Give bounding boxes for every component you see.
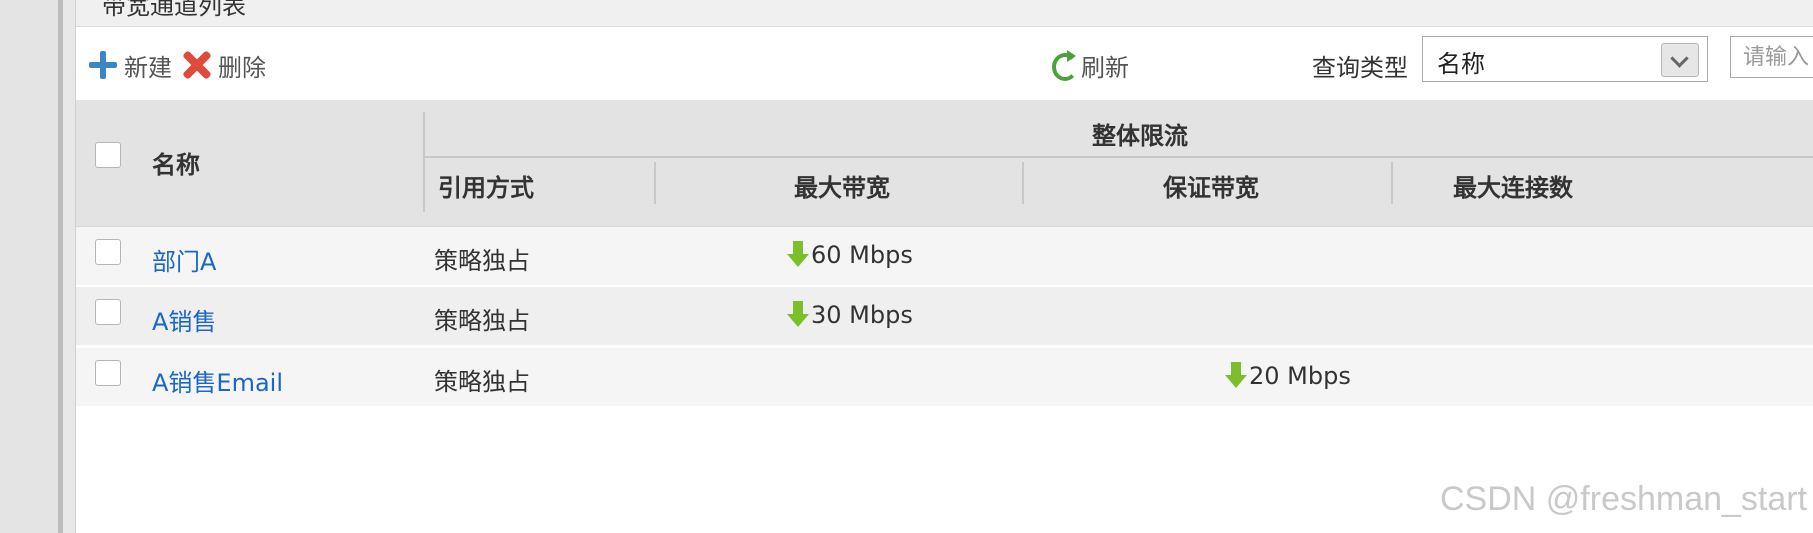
table-row: A销售 策略独占 30 Mbps bbox=[76, 287, 1813, 347]
header-group-divider bbox=[425, 156, 1813, 158]
row-checkbox[interactable] bbox=[95, 299, 121, 325]
row-name-link[interactable]: 部门A bbox=[152, 242, 216, 277]
table-header: 名称 整体限流 引用方式 最大带宽 保证带宽 最大连接数 bbox=[76, 100, 1813, 227]
row-checkbox[interactable] bbox=[95, 239, 121, 265]
column-header-max-bandwidth: 最大带宽 bbox=[794, 174, 890, 202]
down-arrow-icon bbox=[787, 301, 809, 329]
guaranteed-bandwidth-value: 20 Mbps bbox=[1249, 362, 1351, 390]
row-name-link[interactable]: A销售 bbox=[152, 302, 216, 337]
max-bandwidth-value: 30 Mbps bbox=[811, 301, 913, 329]
column-group-rate-limit: 整体限流 bbox=[1092, 122, 1188, 150]
row-checkbox[interactable] bbox=[95, 360, 121, 386]
down-arrow-icon bbox=[787, 241, 809, 269]
new-label: 新建 bbox=[124, 53, 172, 82]
row-guaranteed-bandwidth: 20 Mbps bbox=[1225, 362, 1351, 390]
header-divider bbox=[423, 112, 425, 212]
header-divider bbox=[1022, 162, 1024, 204]
panel-header: 带宽通道列表 bbox=[76, 0, 1813, 27]
column-header-ref-mode: 引用方式 bbox=[438, 174, 534, 202]
row-ref-mode: 策略独占 bbox=[434, 307, 530, 335]
row-name-link[interactable]: A销售Email bbox=[152, 363, 283, 398]
delete-label: 删除 bbox=[218, 53, 266, 82]
column-header-guaranteed-bandwidth: 保证带宽 bbox=[1163, 174, 1259, 202]
down-arrow-icon bbox=[1225, 362, 1247, 390]
header-divider bbox=[1391, 162, 1393, 204]
row-max-bandwidth: 30 Mbps bbox=[787, 301, 913, 329]
panel-title: 带宽通道列表 bbox=[102, 0, 246, 20]
header-divider bbox=[654, 162, 656, 204]
row-ref-mode: 策略独占 bbox=[434, 368, 530, 396]
max-bandwidth-value: 60 Mbps bbox=[811, 241, 913, 269]
delete-x-icon bbox=[182, 50, 212, 80]
left-gutter bbox=[0, 0, 58, 533]
watermark: CSDN @freshman_start bbox=[1440, 480, 1808, 518]
column-header-max-connections: 最大连接数 bbox=[1453, 174, 1573, 202]
query-type-value: 名称 bbox=[1437, 50, 1485, 78]
plus-icon bbox=[88, 50, 118, 80]
refresh-button[interactable]: 刷新 bbox=[1050, 50, 1129, 82]
row-max-bandwidth: 60 Mbps bbox=[787, 241, 913, 269]
chevron-down-icon[interactable] bbox=[1661, 43, 1699, 77]
splitter[interactable] bbox=[58, 0, 63, 533]
search-input[interactable] bbox=[1730, 36, 1813, 78]
refresh-icon bbox=[1050, 50, 1078, 81]
select-all-checkbox[interactable] bbox=[95, 142, 121, 168]
new-button[interactable]: 新建 bbox=[88, 50, 172, 82]
query-type-label: 查询类型 bbox=[1312, 54, 1408, 82]
column-header-name: 名称 bbox=[152, 151, 200, 179]
row-ref-mode: 策略独占 bbox=[434, 247, 530, 275]
refresh-label: 刷新 bbox=[1081, 53, 1129, 82]
table-row: A销售Email 策略独占 20 Mbps bbox=[76, 348, 1813, 408]
delete-button[interactable]: 删除 bbox=[182, 50, 266, 82]
query-type-select[interactable]: 名称 bbox=[1422, 36, 1708, 82]
table-row: 部门A 策略独占 60 Mbps bbox=[76, 227, 1813, 287]
